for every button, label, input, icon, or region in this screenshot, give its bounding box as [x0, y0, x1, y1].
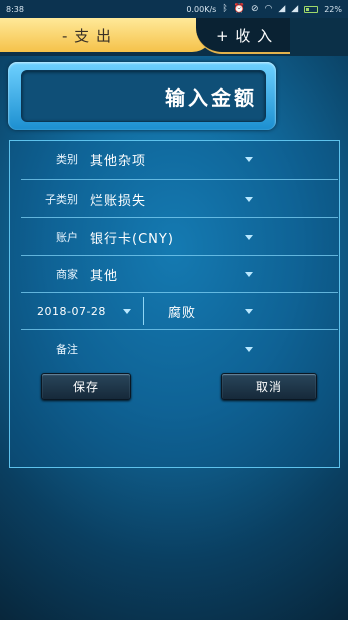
account-value[interactable]: 银行卡(CNY) — [90, 228, 174, 247]
status-icons: 0.00K/s ᛒ ⏰ ⊘ ◠ ◢ ◢ 22% — [186, 3, 342, 14]
amount-panel: 输入金额 — [8, 62, 276, 130]
battery-icon — [304, 5, 319, 13]
vertical-divider — [143, 297, 144, 325]
divider — [21, 217, 338, 218]
tab-expense[interactable]: - 支 出 — [0, 18, 214, 52]
battery-level: 22% — [324, 4, 342, 14]
category-row[interactable]: 类别 其他杂项 — [10, 141, 341, 177]
chevron-down-icon[interactable] — [245, 156, 253, 162]
category-label: 类别 — [56, 153, 78, 166]
subcategory-label: 子类别 — [45, 193, 78, 206]
divider — [21, 179, 338, 180]
net-speed: 0.00K/s — [186, 4, 217, 14]
subcategory-value[interactable]: 烂账损失 — [90, 190, 146, 209]
chevron-down-icon[interactable] — [245, 308, 253, 314]
bluetooth-icon: ᛒ — [222, 3, 228, 14]
alarm-icon: ⏰ — [233, 3, 245, 14]
date-mode-row: 2018-07-28 腐败 — [10, 293, 341, 329]
chevron-down-icon[interactable] — [245, 234, 253, 240]
note-row[interactable]: 备注 — [10, 331, 341, 367]
cancel-button[interactable]: 取消 — [221, 373, 317, 400]
mode-select[interactable]: 腐败 — [168, 302, 196, 321]
merchant-value[interactable]: 其他 — [90, 265, 118, 284]
amount-input[interactable]: 输入金额 — [21, 70, 266, 122]
tab-bar: - 支 出 + 收 入 — [0, 18, 348, 56]
date-picker[interactable]: 2018-07-28 — [37, 305, 106, 318]
chevron-down-icon[interactable] — [123, 308, 131, 314]
tab-income[interactable]: + 收 入 — [196, 18, 290, 54]
status-bar: 8:38 0.00K/s ᛒ ⏰ ⊘ ◠ ◢ ◢ 22% — [0, 0, 348, 18]
category-value[interactable]: 其他杂项 — [90, 150, 146, 169]
transaction-form: 类别 其他杂项 子类别 烂账损失 账户 银行卡(CNY) 商家 其他 2018-… — [9, 140, 340, 468]
signal-icon: ◢ — [291, 3, 299, 14]
clock: 8:38 — [6, 4, 24, 14]
chevron-down-icon[interactable] — [245, 196, 253, 202]
signal-icon: ◢ — [278, 3, 286, 14]
divider — [21, 329, 338, 330]
wifi-icon: ◠ — [264, 3, 273, 14]
chevron-down-icon[interactable] — [245, 346, 253, 352]
subcategory-row[interactable]: 子类别 烂账损失 — [10, 181, 341, 217]
note-label: 备注 — [56, 343, 78, 356]
mute-icon: ⊘ — [250, 3, 259, 14]
merchant-row[interactable]: 商家 其他 — [10, 256, 341, 292]
save-button[interactable]: 保存 — [41, 373, 131, 400]
merchant-label: 商家 — [56, 268, 78, 281]
account-row[interactable]: 账户 银行卡(CNY) — [10, 219, 341, 255]
chevron-down-icon[interactable] — [245, 271, 253, 277]
account-label: 账户 — [56, 231, 78, 244]
